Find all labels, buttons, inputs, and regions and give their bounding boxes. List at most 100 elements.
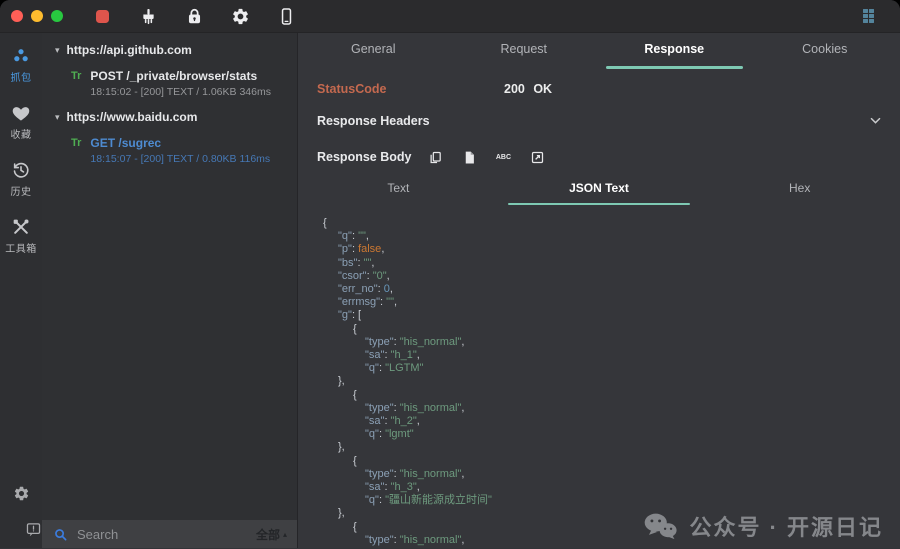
save-body-button[interactable] <box>460 148 478 166</box>
detail-tabs: General Request Response Cookies <box>298 33 900 69</box>
history-clock-icon <box>11 160 31 180</box>
json-line: "g": [ <box>323 309 900 322</box>
request-title: GET /sugrec <box>90 137 270 150</box>
request-item-github-stats[interactable]: Tr POST /_private/browser/stats 18:15:02… <box>42 59 297 100</box>
stop-capture-button[interactable] <box>91 5 113 27</box>
settings-button[interactable] <box>229 5 251 27</box>
tools-icon <box>11 217 31 237</box>
title-bar <box>0 0 900 33</box>
phone-icon <box>277 7 296 26</box>
content-type-badge: Tr <box>71 70 81 98</box>
json-line: "sa": "h_4", <box>323 547 900 548</box>
filter-dropdown[interactable]: 全部 ▴ <box>256 526 287 543</box>
body-format-tabs: Text JSON Text Hex <box>298 181 900 205</box>
json-line: "err_no": 0, <box>323 283 900 296</box>
response-body-json[interactable]: {"q": "","p": false,"bs": "","csor": "0"… <box>298 217 900 548</box>
fullscreen-window-button[interactable] <box>51 10 63 22</box>
copy-body-button[interactable] <box>426 148 444 166</box>
search-bar: 全部 ▴ <box>42 520 297 548</box>
clear-brush-icon <box>139 7 158 26</box>
json-line: "bs": "", <box>323 257 900 270</box>
sidebar-item-label: 抓包 <box>11 69 32 84</box>
json-line: "type": "his_normal", <box>323 336 900 349</box>
response-body-label: Response Body <box>317 150 411 164</box>
request-meta: 18:15:07 - [200] TEXT / 0.80KB 116ms <box>90 153 270 165</box>
sidebar-item-favorites[interactable]: 收藏 <box>11 103 32 141</box>
gear-icon <box>13 485 30 502</box>
json-line: "q": "lgmt" <box>323 428 900 441</box>
filter-label: 全部 <box>256 526 280 543</box>
heart-icon <box>11 103 31 123</box>
chevron-down-icon <box>868 113 883 128</box>
domain-label: https://api.github.com <box>67 43 192 57</box>
json-line: "sa": "h_3", <box>323 481 900 494</box>
status-code-label: StatusCode <box>317 82 386 96</box>
domain-row-github[interactable]: ▾ https://api.github.com <box>42 33 297 59</box>
json-line: "q": "LGTM" <box>323 362 900 375</box>
collapse-caret-icon: ▾ <box>55 113 60 122</box>
sidebar-item-toolbox[interactable]: 工具箱 <box>5 217 37 255</box>
request-item-baidu-sugrec[interactable]: Tr GET /sugrec 18:15:07 - [200] TEXT / 0… <box>42 126 297 167</box>
main-area: 抓包 收藏 历史 <box>0 33 900 548</box>
json-line: { <box>323 389 900 402</box>
feedback-button[interactable] <box>22 518 44 540</box>
sidebar-item-history[interactable]: 历史 <box>11 160 32 198</box>
tab-response[interactable]: Response <box>599 42 750 69</box>
copy-icon <box>428 150 443 165</box>
open-body-button[interactable] <box>528 148 546 166</box>
tab-body-hex[interactable]: Hex <box>699 181 900 205</box>
record-stop-icon <box>96 10 109 23</box>
watermark: 公众号 · 开源日记 <box>643 510 883 542</box>
tab-general[interactable]: General <box>298 42 449 69</box>
status-row: StatusCode 200 OK <box>298 82 900 97</box>
search-input[interactable] <box>77 527 256 542</box>
content-type-badge: Tr <box>71 137 81 165</box>
minimize-window-button[interactable] <box>31 10 43 22</box>
request-meta: 18:15:02 - [200] TEXT / 1.06KB 346ms <box>90 86 271 98</box>
search-icon <box>53 527 68 542</box>
gear-icon <box>231 7 250 26</box>
json-line: "errmsg": "", <box>323 296 900 309</box>
response-headers-toggle[interactable]: Response Headers <box>298 113 900 128</box>
ssl-lock-button[interactable] <box>183 5 205 27</box>
lock-icon <box>185 7 204 26</box>
json-line: "csor": "0", <box>323 270 900 283</box>
request-title: POST /_private/browser/stats <box>90 70 271 83</box>
collapse-caret-icon: ▾ <box>55 46 60 55</box>
response-body-row: Response Body <box>298 148 900 166</box>
window-controls <box>11 10 63 22</box>
sidebar-item-capture[interactable]: 抓包 <box>11 46 32 84</box>
tab-request[interactable]: Request <box>449 42 600 69</box>
json-line: "p": false, <box>323 243 900 256</box>
json-line: "sa": "h_1", <box>323 349 900 362</box>
app-window: 抓包 收藏 历史 <box>0 0 900 549</box>
domain-row-baidu[interactable]: ▾ https://www.baidu.com <box>42 100 297 126</box>
json-line: "type": "his_normal", <box>323 402 900 415</box>
json-line: { <box>323 217 900 230</box>
request-text: POST /_private/browser/stats 18:15:02 - … <box>90 70 271 98</box>
json-line: "type": "his_normal", <box>323 468 900 481</box>
request-text: GET /sugrec 18:15:07 - [200] TEXT / 0.80… <box>90 137 270 165</box>
tab-cookies[interactable]: Cookies <box>750 42 900 69</box>
sidebar-bottom <box>0 482 44 540</box>
layout-grid-icon[interactable] <box>863 9 874 23</box>
clear-requests-button[interactable] <box>137 5 159 27</box>
mobile-connect-button[interactable] <box>275 5 297 27</box>
json-line: { <box>323 455 900 468</box>
tab-body-json-text[interactable]: JSON Text <box>499 181 700 205</box>
encoding-button[interactable]: ABC <box>494 148 512 166</box>
sidebar-item-label: 收藏 <box>11 126 32 141</box>
capture-icon <box>11 46 31 66</box>
preferences-button[interactable] <box>10 482 32 504</box>
json-line: { <box>323 323 900 336</box>
json-line: "sa": "h_2", <box>323 415 900 428</box>
abc-encoding-icon: ABC <box>496 154 511 161</box>
json-line: }, <box>323 375 900 388</box>
tab-body-text[interactable]: Text <box>298 181 499 205</box>
file-icon <box>462 150 477 165</box>
filter-caret-icon: ▴ <box>283 530 287 539</box>
sidebar-item-label: 工具箱 <box>5 240 37 255</box>
json-line: }, <box>323 441 900 454</box>
close-window-button[interactable] <box>11 10 23 22</box>
wechat-icon <box>643 512 677 540</box>
